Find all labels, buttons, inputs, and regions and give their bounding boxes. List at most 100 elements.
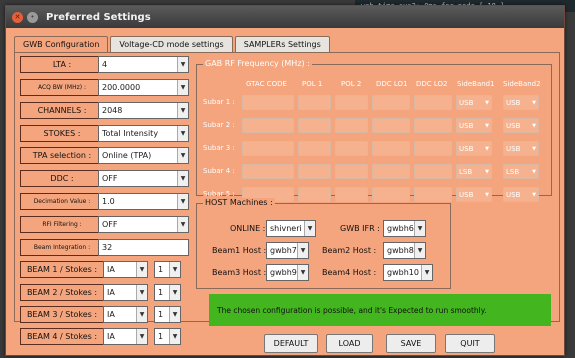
lta-select[interactable]: 4 ▼ <box>98 56 189 73</box>
lta-label: LTA : <box>20 56 104 73</box>
ddc-lo2-input[interactable] <box>414 164 452 179</box>
beam4-stokes-select[interactable]: IA ▼ <box>103 328 148 345</box>
ddc-lo1-input[interactable] <box>372 118 410 133</box>
pol1-input[interactable] <box>298 164 331 179</box>
rfi-filtering-select[interactable]: OFF ▼ <box>98 216 189 233</box>
pol2-input[interactable] <box>335 164 368 179</box>
sideband1-select[interactable]: USB ▼ <box>456 187 492 202</box>
chevron-down-icon: ▼ <box>177 126 188 141</box>
chevron-down-icon: ▼ <box>485 99 489 106</box>
quit-button[interactable]: QUIT <box>445 334 495 353</box>
beam1-host-select[interactable]: gwbh7 ▼ <box>266 242 309 259</box>
subarray-label: Subar 5 : <box>203 190 235 198</box>
decimation-select[interactable]: 1.0 ▼ <box>98 193 189 210</box>
gtac-code-input[interactable] <box>242 95 294 110</box>
beam4-number-select[interactable]: 1 ▼ <box>154 328 181 345</box>
beam-integration-input[interactable]: 32 <box>98 239 189 256</box>
sideband2-select[interactable]: USB ▼ <box>503 141 539 156</box>
pol1-input[interactable] <box>298 95 331 110</box>
ddc-lo2-input[interactable] <box>414 187 452 202</box>
chevron-down-icon: ▼ <box>532 168 536 175</box>
tab-gwb-configuration[interactable]: GWB Configuration <box>14 36 109 53</box>
ddc-lo1-input[interactable] <box>372 187 410 202</box>
default-button[interactable]: DEFAULT <box>264 334 318 353</box>
chevron-down-icon: ▼ <box>421 265 432 280</box>
close-icon[interactable]: ✕ <box>12 11 23 23</box>
sideband1-select[interactable]: USB ▼ <box>456 118 492 133</box>
chevron-down-icon: ▼ <box>136 262 147 277</box>
chevron-down-icon: ▼ <box>177 80 188 95</box>
chevron-down-icon: ▼ <box>177 194 188 209</box>
minimize-icon[interactable]: • <box>27 11 38 23</box>
beam2-host-select[interactable]: gwbh8 ▼ <box>383 242 426 259</box>
tpa-selection-select[interactable]: Online (TPA) ▼ <box>98 147 189 164</box>
online-host-label: ONLINE : <box>230 224 266 233</box>
ddc-lo1-input[interactable] <box>372 141 410 156</box>
stokes-select[interactable]: Total Intensity ▼ <box>98 125 189 142</box>
online-host-select[interactable]: shivneri ▼ <box>266 220 316 237</box>
chevron-down-icon: ▼ <box>177 171 188 186</box>
chevron-down-icon: ▼ <box>136 307 147 322</box>
ddc-lo2-input[interactable] <box>414 95 452 110</box>
pol2-input[interactable] <box>335 95 368 110</box>
sideband2-select[interactable]: LSB ▼ <box>503 164 539 179</box>
chevron-down-icon: ▼ <box>532 145 536 152</box>
load-button[interactable]: LOAD <box>326 334 373 353</box>
ddc-select[interactable]: OFF ▼ <box>98 170 189 187</box>
col-gtac-code: GTAC CODE <box>246 80 287 88</box>
subarray-label: Subar 3 : <box>203 144 235 152</box>
ddc-lo1-input[interactable] <box>372 164 410 179</box>
pol2-input[interactable] <box>335 141 368 156</box>
subarray-label: Subar 2 : <box>203 121 235 129</box>
pol1-input[interactable] <box>298 118 331 133</box>
col-pol2: POL 2 <box>341 80 362 88</box>
sideband2-select[interactable]: USB ▼ <box>503 118 539 133</box>
beam1-stokes-label: BEAM 1 / Stokes : <box>20 261 104 278</box>
chevron-down-icon: ▼ <box>414 221 425 236</box>
tab-bar: GWB Configuration Voltage-CD mode settin… <box>14 36 332 53</box>
beam2-stokes-select[interactable]: IA ▼ <box>103 284 148 301</box>
sideband2-select[interactable]: USB ▼ <box>503 187 539 202</box>
sideband1-select[interactable]: USB ▼ <box>456 95 492 110</box>
beam1-host-label: Beam1 Host : <box>212 246 267 255</box>
chevron-down-icon: ▼ <box>169 329 180 344</box>
gtac-code-input[interactable] <box>242 118 294 133</box>
tab-voltage-cd-mode[interactable]: Voltage-CD mode settings <box>110 36 233 52</box>
chevron-down-icon: ▼ <box>485 145 489 152</box>
beam3-host-select[interactable]: gwbh9 ▼ <box>266 264 309 281</box>
gwb-ifr-select[interactable]: gwbh6 ▼ <box>383 220 426 237</box>
beam1-stokes-select[interactable]: IA ▼ <box>103 261 148 278</box>
chevron-down-icon: ▼ <box>169 307 180 322</box>
sideband1-select[interactable]: USB ▼ <box>456 141 492 156</box>
beam3-number-select[interactable]: 1 ▼ <box>154 306 181 323</box>
ddc-lo2-input[interactable] <box>414 118 452 133</box>
save-button[interactable]: SAVE <box>386 334 436 353</box>
chevron-down-icon: ▼ <box>177 57 188 72</box>
pol1-input[interactable] <box>298 187 331 202</box>
pol2-input[interactable] <box>335 118 368 133</box>
ddc-lo2-input[interactable] <box>414 141 452 156</box>
beam2-number-select[interactable]: 1 ▼ <box>154 284 181 301</box>
beam3-host-label: Beam3 Host : <box>212 268 267 277</box>
beam2-host-label: Beam2 Host : <box>322 246 377 255</box>
status-message: The chosen configuration is possible, an… <box>209 294 551 326</box>
chevron-down-icon: ▼ <box>532 99 536 106</box>
channels-select[interactable]: 2048 ▼ <box>98 102 189 119</box>
sideband1-select[interactable]: LSB ▼ <box>456 164 492 179</box>
gtac-code-input[interactable] <box>242 164 294 179</box>
tab-samplers-settings[interactable]: SAMPLERs Settings <box>234 36 330 52</box>
beam1-number-select[interactable]: 1 ▼ <box>154 261 181 278</box>
chevron-down-icon: ▼ <box>169 285 180 300</box>
beam3-stokes-select[interactable]: IA ▼ <box>103 306 148 323</box>
chevron-down-icon: ▼ <box>177 103 188 118</box>
gtac-code-input[interactable] <box>242 141 294 156</box>
chevron-down-icon: ▼ <box>304 221 315 236</box>
sideband2-select[interactable]: USB ▼ <box>503 95 539 110</box>
ddc-lo1-input[interactable] <box>372 95 410 110</box>
beam4-host-select[interactable]: gwbh10 ▼ <box>383 264 433 281</box>
pol2-input[interactable] <box>335 187 368 202</box>
pol1-input[interactable] <box>298 141 331 156</box>
acq-bw-select[interactable]: 200.0000 ▼ <box>98 79 189 96</box>
beam2-stokes-label: BEAM 2 / Stokes : <box>20 284 104 301</box>
chevron-down-icon: ▼ <box>532 122 536 129</box>
